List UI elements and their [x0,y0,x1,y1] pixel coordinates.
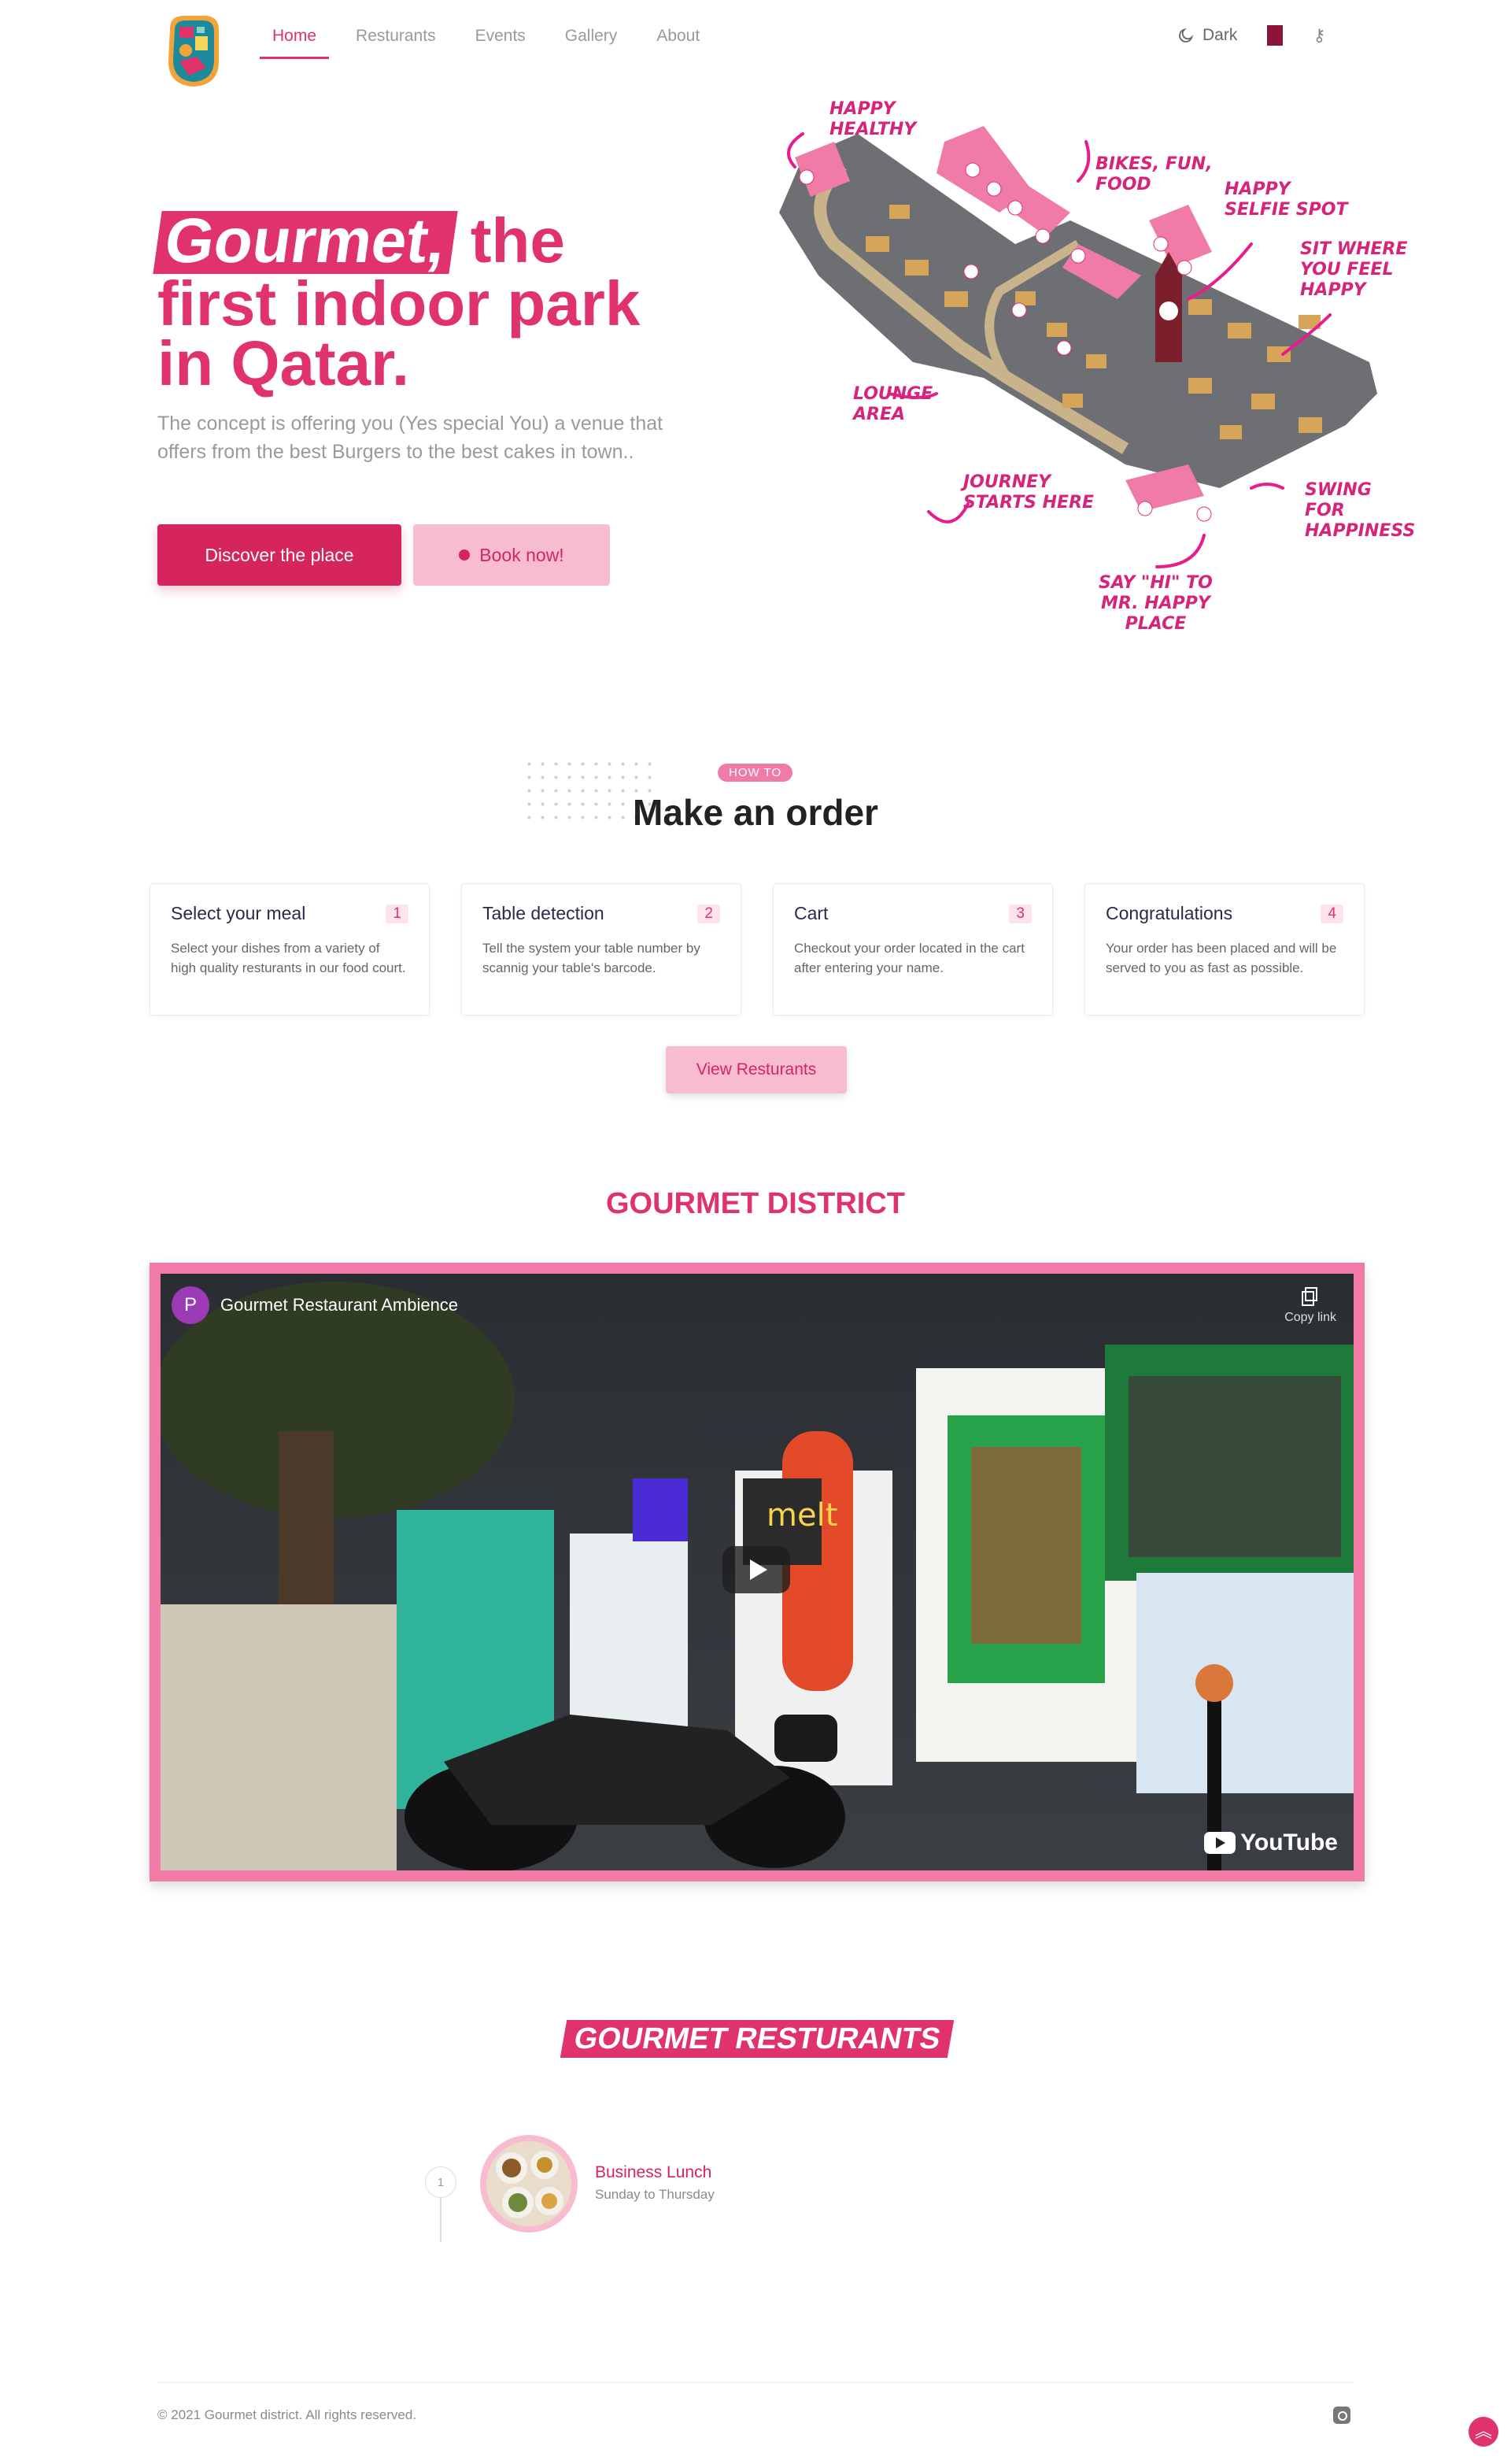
map-label-swing: SWING FOR HAPPINESS [1305,480,1416,541]
video-header: P Gourmet Restaurant Ambience [172,1286,458,1324]
map-label-say-hi: SAY "HI" TO MR. HAPPY PLACE [1099,573,1213,634]
step-number: 3 [1009,905,1032,923]
restaurants-title: GOURMET RESTURANTS [560,2020,955,2058]
discover-button[interactable]: Discover the place [157,524,401,586]
instagram-icon[interactable] [1333,2407,1350,2424]
step-number: 4 [1321,905,1343,923]
hero-description: The concept is offering you (Yes special… [157,413,663,463]
hero-title: Gourmet, the first indoor park in Qatar. [153,205,708,395]
nav-link-about[interactable]: About [644,24,712,59]
channel-avatar[interactable]: P [172,1286,209,1324]
map-label-happy-healthy: HAPPY HEALTHY [829,99,917,139]
map-label-bikes: BIKES, FUN, FOOD [1095,154,1213,194]
top-navigation: Home Resturants Events Gallery About Dar… [0,0,1511,87]
key-icon[interactable]: ⚷ [1313,25,1325,46]
view-restaurants-button[interactable]: View Resturants [666,1046,847,1093]
step-description: Checkout your order located in the cart … [794,941,1025,975]
copy-link-button[interactable]: Copy link [1284,1286,1336,1325]
timeline-line [440,2198,441,2242]
howto-badge: HOW TO [718,764,793,782]
step-card: Table detection 2 Tell the system your t… [461,883,741,1016]
dark-mode-toggle[interactable]: Dark [1177,26,1237,45]
hero-title-part-1: the [453,205,565,276]
map-label-lounge: LOUNGE AREA [853,384,933,424]
park-map-illustration [779,126,1377,568]
youtube-icon [1204,1832,1236,1854]
footer-divider [157,2382,1354,2383]
play-icon[interactable] [722,1546,790,1593]
moon-icon [1179,28,1194,43]
district-title: GOURMET DISTRICT [606,1187,905,1220]
hero-title-highlight: Gourmet, [153,205,458,276]
copy-icon [1302,1287,1318,1306]
nav-tools: Dark ⚷ [1177,25,1325,46]
qatar-flag-icon[interactable] [1267,25,1284,46]
map-label-sit: SIT WHERE YOU FEEL HAPPY [1300,239,1408,300]
back-to-top-icon[interactable]: ︽ [1469,2417,1498,2447]
restaurant-days: Sunday to Thursday [595,2187,715,2202]
video-title[interactable]: Gourmet Restaurant Ambience [220,1295,458,1315]
dot-icon [459,549,471,561]
nav-menu: Home Resturants Events Gallery About [260,24,726,59]
restaurant-image-inner [486,2141,571,2226]
step-card: Congratulations 4 Your order has been pl… [1084,883,1365,1016]
step-card: Cart 3 Checkout your order located in th… [773,883,1053,1016]
step-description: Tell the system your table number by sca… [482,941,700,975]
step-title: Cart [794,903,829,923]
step-title: Select your meal [171,903,306,923]
youtube-label: YouTube [1240,1830,1338,1855]
food-platter-image [486,2141,571,2226]
step-card: Select your meal 1 Select your dishes fr… [150,883,430,1016]
timeline-number: 1 [425,2166,456,2198]
restaurant-name[interactable]: Business Lunch [595,2163,711,2182]
step-description: Your order has been placed and will be s… [1106,941,1337,975]
restaurant-image[interactable] [480,2135,578,2233]
map-label-selfie: HAPPY SELFIE SPOT [1225,179,1348,220]
youtube-logo[interactable]: YouTube [1204,1830,1338,1856]
gourmet-logo[interactable] [162,13,225,90]
nav-link-restaurants[interactable]: Resturants [343,24,449,59]
map-label-journey: JOURNEY STARTS HERE [963,472,1095,512]
step-title: Table detection [482,903,604,923]
video-frame: melt P Gourmet Restaurant Ambience Copy … [150,1263,1365,1881]
nav-link-home[interactable]: Home [260,24,330,59]
step-number: 2 [697,905,720,923]
copy-link-label: Copy link [1284,1311,1336,1324]
step-description: Select your dishes from a variety of hig… [171,941,406,975]
dark-mode-label: Dark [1203,26,1238,44]
book-now-button[interactable]: Book now! [413,524,610,586]
howto-title: Make an order [633,792,878,833]
svg-text:melt: melt [767,1497,837,1534]
book-now-label: Book now! [479,544,564,565]
nav-link-gallery[interactable]: Gallery [552,24,630,59]
step-title: Congratulations [1106,903,1233,923]
hero-title-part-3: in Qatar. [157,328,410,398]
order-steps: Select your meal 1 Select your dishes fr… [150,883,1365,1016]
park-map: HAPPY HEALTHY BIKES, FUN, FOOD HAPPY SELFIE… [748,94,1415,653]
video-player[interactable]: melt P Gourmet Restaurant Ambience Copy … [161,1274,1354,1870]
footer-copyright: © 2021 Gourmet district. All rights rese… [157,2407,417,2422]
step-number: 1 [386,905,408,923]
nav-link-events[interactable]: Events [463,24,538,59]
